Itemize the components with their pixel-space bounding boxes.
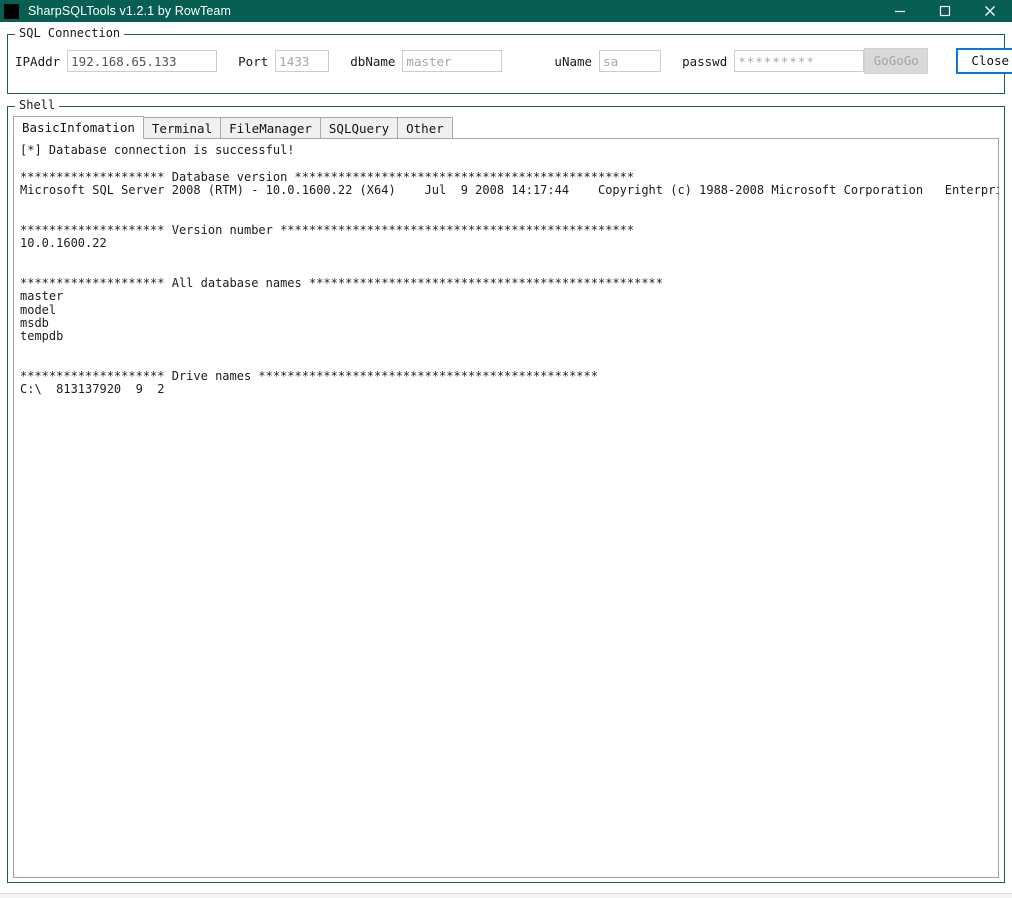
shell-output-text: [*] Database connection is successful! *… xyxy=(20,143,998,397)
window-title: SharpSQLTools v1.2.1 by RowTeam xyxy=(28,4,231,18)
shell-group-title: Shell xyxy=(15,98,60,112)
close-window-button[interactable] xyxy=(967,0,1012,22)
title-bar: SharpSQLTools v1.2.1 by RowTeam xyxy=(0,0,1012,22)
sql-connection-group: SQL Connection IPAddr Port dbName uName … xyxy=(7,26,1012,94)
tab-sqlquery[interactable]: SQLQuery xyxy=(319,117,399,138)
passwd-input[interactable] xyxy=(734,50,865,72)
app-window: SharpSQLTools v1.2.1 by RowTeam SQL Conn… xyxy=(0,0,1012,898)
close-icon xyxy=(984,6,995,16)
gogogo-button[interactable]: GoGoGo xyxy=(864,48,929,74)
connection-buttons: GoGoGo Close xyxy=(864,48,1012,74)
minimize-icon xyxy=(894,10,905,13)
tab-basicinfomation[interactable]: BasicInfomation xyxy=(13,116,144,139)
dbname-input[interactable] xyxy=(402,50,503,72)
uname-label: uName xyxy=(554,53,593,69)
maximize-icon xyxy=(939,5,950,17)
passwd-label: passwd xyxy=(682,53,728,69)
minimize-button[interactable] xyxy=(877,0,922,22)
sql-connection-group-title: SQL Connection xyxy=(15,26,125,40)
close-connection-button[interactable]: Close xyxy=(956,48,1012,74)
window-controls xyxy=(877,0,1012,22)
port-input[interactable] xyxy=(275,50,330,72)
tab-other[interactable]: Other xyxy=(397,117,453,138)
uname-input[interactable] xyxy=(599,50,662,72)
ipaddr-input[interactable] xyxy=(67,50,218,72)
shell-group: Shell BasicInfomation Terminal FileManag… xyxy=(7,98,1005,883)
window-bottom-strip xyxy=(0,893,1012,898)
app-square-icon xyxy=(4,3,19,19)
shell-tab-strip: BasicInfomation Terminal FileManager SQL… xyxy=(13,116,999,139)
dbname-label: dbName xyxy=(350,53,396,69)
shell-output-area[interactable]: [*] Database connection is successful! *… xyxy=(13,139,999,878)
connection-form-row: IPAddr Port dbName uName passwd GoGoGo C… xyxy=(8,46,1012,76)
tab-terminal[interactable]: Terminal xyxy=(142,117,222,138)
port-label: Port xyxy=(238,53,269,69)
tab-filemanager[interactable]: FileManager xyxy=(220,117,321,138)
ipaddr-label: IPAddr xyxy=(15,53,61,69)
maximize-button[interactable] xyxy=(922,0,967,22)
